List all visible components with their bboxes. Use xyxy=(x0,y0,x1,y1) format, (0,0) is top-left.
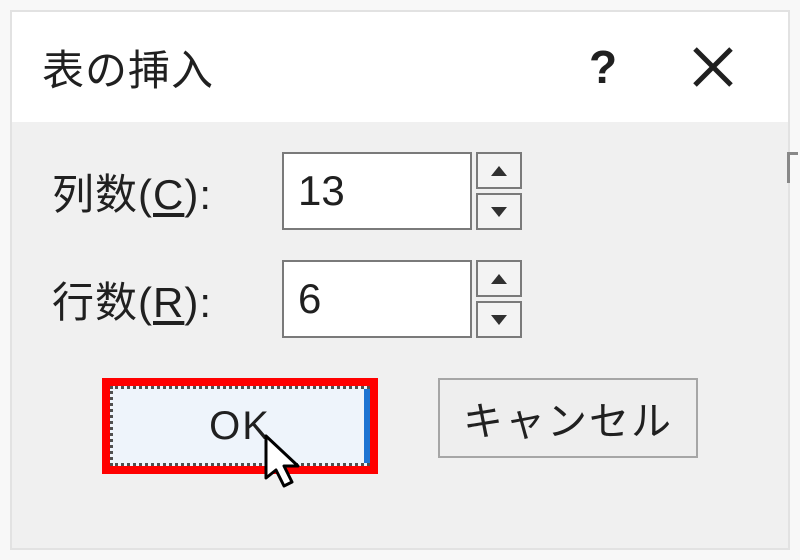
chevron-up-icon xyxy=(490,273,508,285)
edge-mark xyxy=(787,152,798,183)
cancel-button[interactable]: キャンセル xyxy=(438,378,698,458)
canvas: 表の挿入 ? 列数(C): xyxy=(0,0,800,560)
columns-input[interactable] xyxy=(282,152,472,230)
columns-spinner xyxy=(282,152,522,230)
dialog-title: 表の挿入 xyxy=(42,37,214,98)
ok-button[interactable]: OK xyxy=(110,386,370,466)
ok-button-label: OK xyxy=(209,404,271,449)
rows-input[interactable] xyxy=(282,260,472,338)
rows-spinner xyxy=(282,260,522,338)
chevron-down-icon xyxy=(490,314,508,326)
rows-row: 行数(R): xyxy=(52,260,748,338)
close-button[interactable] xyxy=(658,32,768,102)
focus-edge xyxy=(364,389,370,463)
rows-up-button[interactable] xyxy=(476,260,522,297)
chevron-down-icon xyxy=(490,206,508,218)
ok-highlight-border: OK xyxy=(102,378,378,474)
dialog-body: 列数(C): 行数(R): xyxy=(12,122,788,548)
close-icon xyxy=(691,45,735,89)
columns-label: 列数(C): xyxy=(52,161,282,222)
dialog-buttons: OK キャンセル xyxy=(52,378,748,474)
chevron-up-icon xyxy=(490,165,508,177)
help-button[interactable]: ? xyxy=(548,44,658,90)
cancel-button-label: キャンセル xyxy=(463,389,673,447)
columns-down-button[interactable] xyxy=(476,193,522,230)
rows-down-button[interactable] xyxy=(476,301,522,338)
insert-table-dialog: 表の挿入 ? 列数(C): xyxy=(10,10,790,550)
columns-up-button[interactable] xyxy=(476,152,522,189)
rows-label: 行数(R): xyxy=(52,269,282,330)
columns-row: 列数(C): xyxy=(52,152,748,230)
titlebar: 表の挿入 ? xyxy=(12,12,788,122)
